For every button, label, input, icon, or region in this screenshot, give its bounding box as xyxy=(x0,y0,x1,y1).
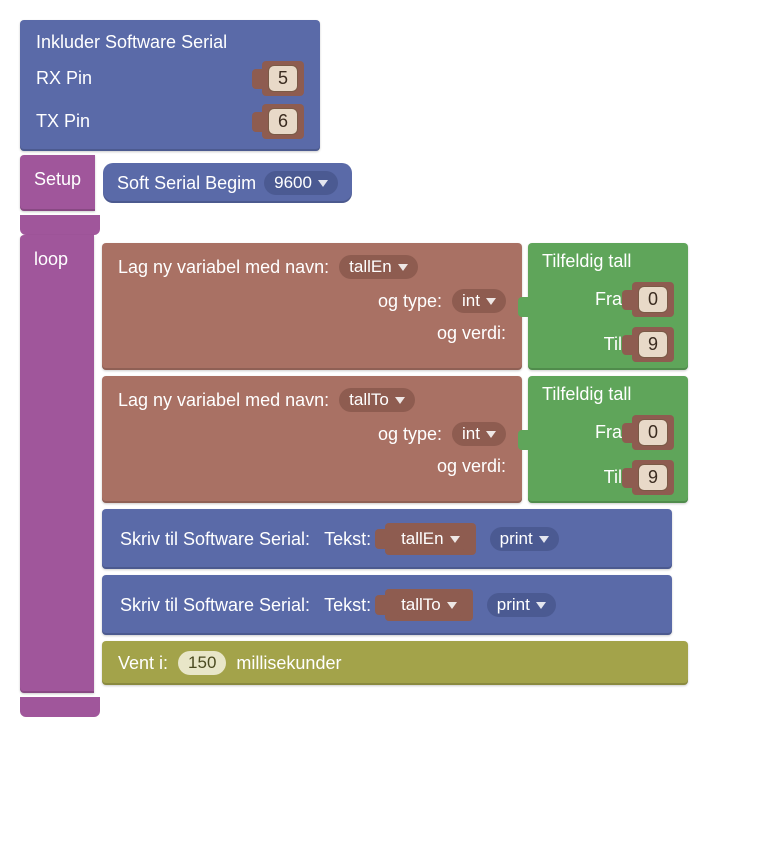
tx-pin-socket[interactable]: 6 xyxy=(262,104,304,139)
random-to-label: Til xyxy=(604,467,622,488)
include-software-serial-block[interactable]: Inkluder Software Serial RX Pin 5 TX Pin… xyxy=(20,20,320,151)
serial-write-2[interactable]: Skriv til Software Serial: Tekst: tallTo… xyxy=(102,575,672,635)
var-type: int xyxy=(462,424,480,444)
rx-pin-socket[interactable]: 5 xyxy=(262,61,304,96)
make-variable-2[interactable]: Lag ny variabel med navn: tallTo og type… xyxy=(102,376,688,503)
loop-label: loop xyxy=(34,249,68,270)
baud-value: 9600 xyxy=(274,173,312,193)
wait-prefix: Vent i: xyxy=(118,653,168,674)
serial-write-var-dropdown[interactable]: tallEn xyxy=(391,527,470,551)
wait-ms: 150 xyxy=(188,653,216,673)
serial-write-mode: print xyxy=(497,595,530,615)
wait-block[interactable]: Vent i: 150 millisekunder xyxy=(102,641,688,685)
random-from-value[interactable]: 0 xyxy=(638,419,668,446)
chevron-down-icon xyxy=(395,397,405,404)
random-block-2[interactable]: Tilfeldig tall Fra 0 Til 9 xyxy=(528,376,688,503)
wait-ms-field[interactable]: 150 xyxy=(178,651,226,675)
loop-block[interactable]: loop Lag ny variabel med navn: tallEn og… xyxy=(20,235,688,693)
random-to-value[interactable]: 9 xyxy=(638,464,668,491)
random-from-socket[interactable]: 0 xyxy=(632,282,674,317)
random-to-label: Til xyxy=(604,334,622,355)
tx-pin-label: TX Pin xyxy=(36,111,90,132)
baud-dropdown[interactable]: 9600 xyxy=(264,171,338,195)
include-title: Inkluder Software Serial xyxy=(36,32,227,53)
chevron-down-icon xyxy=(398,264,408,271)
wait-suffix: millisekunder xyxy=(236,653,341,674)
var-type-dropdown[interactable]: int xyxy=(452,422,506,446)
random-from-label: Fra xyxy=(595,422,622,443)
serial-write-mode-dropdown[interactable]: print xyxy=(490,527,559,551)
chevron-down-icon xyxy=(486,298,496,305)
loop-foot xyxy=(20,697,100,717)
make-variable-1[interactable]: Lag ny variabel med navn: tallEn og type… xyxy=(102,243,688,370)
random-to-socket[interactable]: 9 xyxy=(632,327,674,362)
setup-label: Setup xyxy=(34,169,81,190)
make-variable-label: Lag ny variabel med navn: xyxy=(118,257,329,278)
serial-write-var-socket[interactable]: tallTo xyxy=(385,589,473,621)
var-name: tallEn xyxy=(349,257,392,277)
serial-write-label: Skriv til Software Serial: xyxy=(120,595,310,616)
var-name: tallTo xyxy=(349,390,389,410)
chevron-down-icon xyxy=(486,431,496,438)
random-to-socket[interactable]: 9 xyxy=(632,460,674,495)
random-from-value[interactable]: 0 xyxy=(638,286,668,313)
soft-serial-begin-label: Soft Serial Begim xyxy=(117,173,256,194)
var-name-dropdown[interactable]: tallEn xyxy=(339,255,418,279)
chevron-down-icon xyxy=(536,602,546,609)
serial-write-label: Skriv til Software Serial: xyxy=(120,529,310,550)
soft-serial-begin-block[interactable]: Soft Serial Begim 9600 xyxy=(103,163,352,203)
serial-write-var: tallEn xyxy=(401,529,444,549)
random-to-value[interactable]: 9 xyxy=(638,331,668,358)
serial-write-mode: print xyxy=(500,529,533,549)
serial-write-var-socket[interactable]: tallEn xyxy=(385,523,476,555)
var-type-label: og type: xyxy=(378,291,442,312)
tx-pin-value[interactable]: 6 xyxy=(268,108,298,135)
serial-write-text-label: Tekst: xyxy=(324,529,371,550)
serial-write-var-dropdown[interactable]: tallTo xyxy=(391,593,467,617)
serial-write-text-label: Tekst: xyxy=(324,595,371,616)
serial-write-mode-dropdown[interactable]: print xyxy=(487,593,556,617)
var-name-dropdown[interactable]: tallTo xyxy=(339,388,415,412)
setup-arm: Setup xyxy=(20,155,95,211)
var-type: int xyxy=(462,291,480,311)
chevron-down-icon xyxy=(450,536,460,543)
canvas: Inkluder Software Serial RX Pin 5 TX Pin… xyxy=(20,20,740,717)
chevron-down-icon xyxy=(539,536,549,543)
setup-block[interactable]: Setup Soft Serial Begim 9600 xyxy=(20,155,352,211)
random-from-socket[interactable]: 0 xyxy=(632,415,674,450)
serial-write-var: tallTo xyxy=(401,595,441,615)
var-value-label: og verdi: xyxy=(437,456,506,477)
chevron-down-icon xyxy=(318,180,328,187)
serial-write-1[interactable]: Skriv til Software Serial: Tekst: tallEn… xyxy=(102,509,672,569)
var-type-label: og type: xyxy=(378,424,442,445)
random-block-1[interactable]: Tilfeldig tall Fra 0 Til 9 xyxy=(528,243,688,370)
rx-pin-label: RX Pin xyxy=(36,68,92,89)
loop-arm: loop xyxy=(20,235,94,693)
random-title: Tilfeldig tall xyxy=(542,384,631,405)
make-variable-label: Lag ny variabel med navn: xyxy=(118,390,329,411)
var-type-dropdown[interactable]: int xyxy=(452,289,506,313)
var-value-label: og verdi: xyxy=(437,323,506,344)
rx-pin-value[interactable]: 5 xyxy=(268,65,298,92)
setup-foot xyxy=(20,215,100,235)
chevron-down-icon xyxy=(447,602,457,609)
random-title: Tilfeldig tall xyxy=(542,251,631,272)
random-from-label: Fra xyxy=(595,289,622,310)
